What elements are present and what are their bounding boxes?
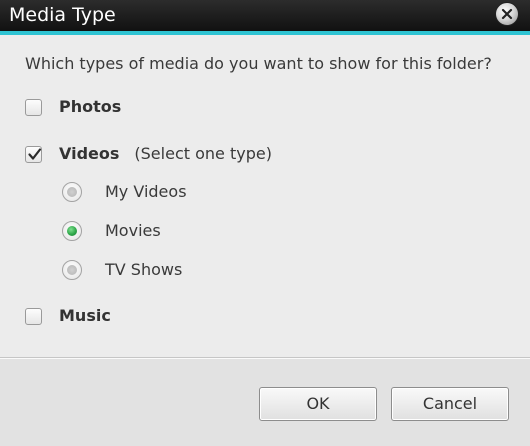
title-accent-bar xyxy=(0,31,530,35)
ok-button[interactable]: OK xyxy=(259,387,377,421)
close-button[interactable] xyxy=(495,2,519,26)
tv-shows-option[interactable]: TV Shows xyxy=(62,259,182,281)
photos-option[interactable]: Photos xyxy=(25,96,121,118)
checkmark-icon xyxy=(28,147,42,160)
movies-radio[interactable] xyxy=(62,221,82,241)
music-checkbox[interactable] xyxy=(25,307,42,325)
close-icon xyxy=(501,8,513,20)
photos-checkbox[interactable] xyxy=(25,98,42,116)
media-type-question: Which types of media do you want to show… xyxy=(25,54,492,73)
movies-label: Movies xyxy=(105,221,161,240)
my-videos-radio[interactable] xyxy=(62,182,82,202)
photos-label: Photos xyxy=(59,97,122,116)
videos-label: Videos xyxy=(59,144,120,163)
cancel-button[interactable]: Cancel xyxy=(391,387,509,421)
my-videos-label: My Videos xyxy=(105,182,187,201)
my-videos-option[interactable]: My Videos xyxy=(62,181,187,203)
videos-checkbox[interactable] xyxy=(25,145,42,163)
videos-hint: (Select one type) xyxy=(134,144,272,163)
movies-option[interactable]: Movies xyxy=(62,220,161,242)
dialog-title: Media Type xyxy=(9,4,116,26)
media-type-dialog: Media Type Which types of media do you w… xyxy=(0,0,530,446)
videos-option[interactable]: Videos (Select one type) xyxy=(25,143,272,165)
music-option[interactable]: Music xyxy=(25,305,111,327)
tv-shows-radio[interactable] xyxy=(62,260,82,280)
tv-shows-label: TV Shows xyxy=(105,260,183,279)
music-label: Music xyxy=(59,306,111,325)
